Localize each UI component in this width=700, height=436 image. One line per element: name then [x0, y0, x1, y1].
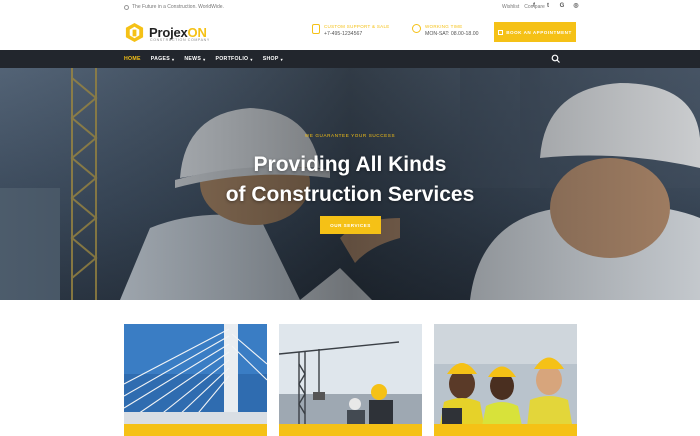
- support-label: CUSTOM SUPPORT & SALE: [324, 24, 390, 29]
- hours-label: WORKING TIME: [425, 24, 463, 29]
- site-header: ProjexON CONSTRUCTION COMPANY CUSTOM SUP…: [0, 14, 700, 50]
- calendar-icon: [498, 29, 504, 35]
- service-card[interactable]: [434, 324, 577, 436]
- globe-icon: [124, 4, 129, 10]
- card-accent-strip: [434, 424, 577, 436]
- search-icon[interactable]: [551, 54, 561, 64]
- nav-label: PORTFOLIO: [215, 56, 249, 62]
- phone-icon: [312, 24, 320, 34]
- construction-crane-image: [279, 324, 422, 436]
- nav-label: HOME: [124, 56, 141, 62]
- hours-info: WORKING TIME MON-SAT: 08.00-18.00: [412, 24, 479, 37]
- instagram-icon[interactable]: ◎: [572, 2, 580, 11]
- site-logo[interactable]: ProjexON CONSTRUCTION COMPANY: [124, 22, 210, 43]
- hero-title-line2: of Construction Services: [225, 183, 475, 206]
- our-services-button[interactable]: OUR SERVICES: [320, 216, 381, 234]
- twitter-icon[interactable]: t: [544, 2, 552, 11]
- hero-title: Providing All Kinds of Construction Serv…: [0, 150, 700, 210]
- services-section: [0, 300, 700, 436]
- nav-item-home[interactable]: HOME: [124, 56, 141, 62]
- logo-subtitle: CONSTRUCTION COMPANY: [150, 38, 210, 42]
- hero-title-line1: Providing All Kinds: [253, 153, 447, 176]
- nav-item-shop[interactable]: SHOP ▾: [263, 56, 283, 62]
- nav-label: NEWS: [184, 56, 202, 62]
- main-nav: HOME PAGES ▾ NEWS ▾ PORTFOLIO ▾ SHOP ▾: [0, 50, 700, 68]
- facebook-icon[interactable]: f: [530, 2, 538, 11]
- chevron-down-icon: ▾: [172, 56, 175, 62]
- tagline-text: The Future in a Construction. WorldWide.: [132, 4, 224, 10]
- hero-banner: WE GUARANTEE YOUR SUCCESS Providing All …: [0, 68, 700, 300]
- chevron-down-icon: ▾: [280, 56, 283, 62]
- service-card[interactable]: [279, 324, 422, 436]
- workers-team-image: [434, 324, 577, 436]
- chevron-down-icon: ▾: [203, 56, 206, 62]
- card-accent-strip: [279, 424, 422, 436]
- hero-kicker: WE GUARANTEE YOUR SUCCESS: [304, 133, 396, 138]
- hours-value: MON-SAT: 08.00-18.00: [425, 31, 479, 37]
- clock-icon: [412, 24, 421, 33]
- support-info: CUSTOM SUPPORT & SALE +7-495-1234567: [312, 24, 390, 37]
- service-card[interactable]: [124, 324, 267, 436]
- bridge-image: [124, 324, 267, 436]
- card-accent-strip: [124, 424, 267, 436]
- support-phone[interactable]: +7-495-1234567: [324, 31, 390, 37]
- wishlist-link[interactable]: Wishlist: [502, 4, 519, 10]
- book-appointment-button[interactable]: BOOK AN APPOINTMENT: [494, 22, 576, 42]
- nav-label: PAGES: [150, 56, 171, 62]
- nav-item-pages[interactable]: PAGES ▾: [151, 56, 175, 62]
- google-icon[interactable]: G: [558, 2, 566, 11]
- nav-item-portfolio[interactable]: PORTFOLIO ▾: [215, 56, 252, 62]
- top-bar: The Future in a Construction. WorldWide.…: [0, 0, 700, 14]
- nav-item-news[interactable]: NEWS ▾: [184, 56, 205, 62]
- logo-hex-icon: [125, 22, 144, 43]
- tagline: The Future in a Construction. WorldWide.: [124, 4, 224, 10]
- nav-label: SHOP: [262, 56, 279, 62]
- chevron-down-icon: ▾: [250, 56, 253, 62]
- social-links: f t G ◎: [530, 2, 580, 11]
- book-appointment-label: BOOK AN APPOINTMENT: [506, 29, 572, 35]
